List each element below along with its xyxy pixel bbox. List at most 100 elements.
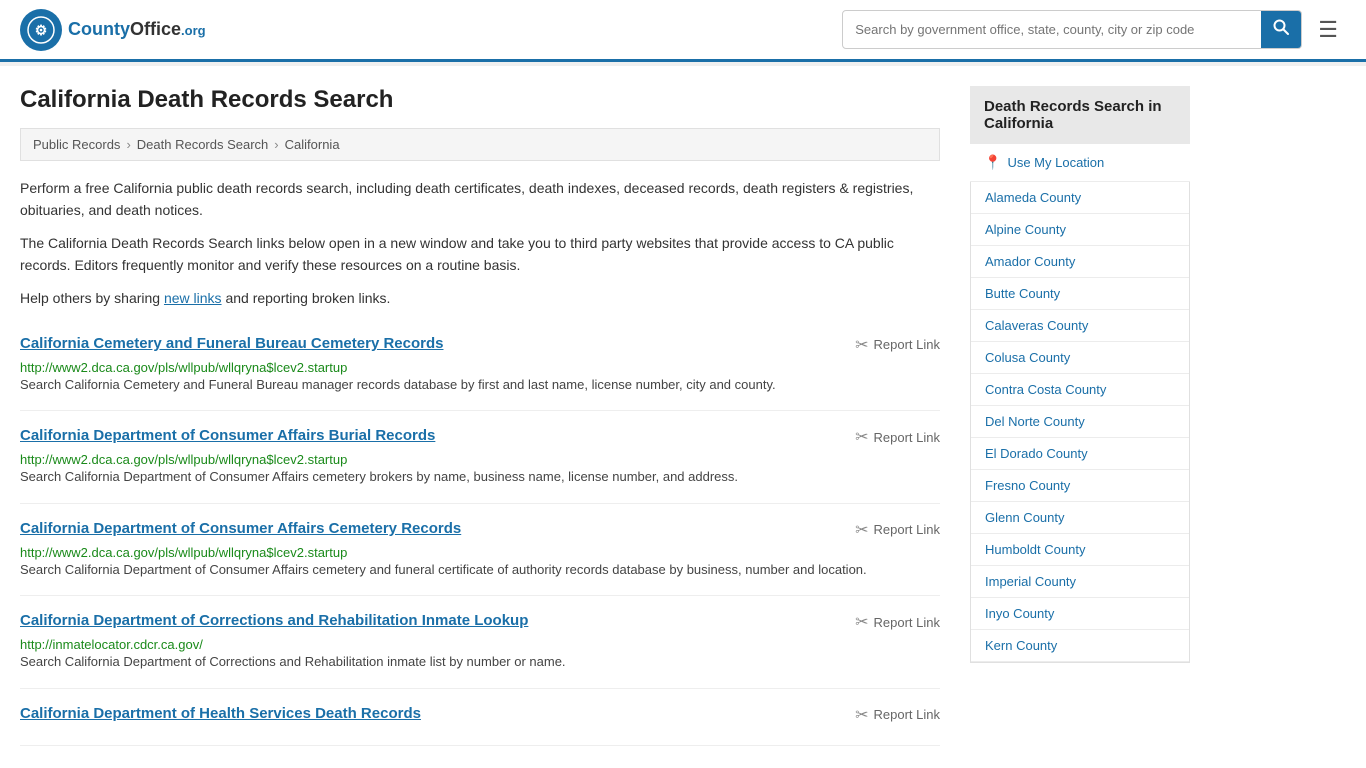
county-list: Alameda CountyAlpine CountyAmador County…: [970, 182, 1190, 663]
result-item: California Department of Consumer Affair…: [20, 504, 940, 597]
search-button[interactable]: [1261, 11, 1301, 48]
report-link-button[interactable]: ✂ Report Link: [855, 335, 940, 355]
county-link[interactable]: Kern County: [971, 630, 1189, 661]
county-list-item: Imperial County: [971, 566, 1189, 598]
county-link[interactable]: Contra Costa County: [971, 374, 1189, 405]
report-link-button[interactable]: ✂ Report Link: [855, 612, 940, 632]
location-pin-icon: 📍: [984, 154, 1001, 171]
search-bar: [842, 10, 1302, 49]
svg-text:⚙: ⚙: [35, 22, 48, 38]
county-list-item: Inyo County: [971, 598, 1189, 630]
result-url[interactable]: http://www2.dca.ca.gov/pls/wllpub/wllqry…: [20, 545, 347, 560]
report-label: Report Link: [874, 707, 940, 722]
county-link[interactable]: Fresno County: [971, 470, 1189, 501]
report-label: Report Link: [874, 337, 940, 352]
county-link[interactable]: Alameda County: [971, 182, 1189, 213]
county-list-item: Colusa County: [971, 342, 1189, 374]
result-header: California Department of Consumer Affair…: [20, 427, 940, 447]
county-list-item: Del Norte County: [971, 406, 1189, 438]
report-link-button[interactable]: ✂ Report Link: [855, 427, 940, 447]
report-label: Report Link: [874, 522, 940, 537]
county-list-item: El Dorado County: [971, 438, 1189, 470]
breadcrumb: Public Records › Death Records Search › …: [20, 128, 940, 161]
result-header: California Cemetery and Funeral Bureau C…: [20, 335, 940, 355]
result-url[interactable]: http://inmatelocator.cdcr.ca.gov/: [20, 637, 203, 652]
search-input[interactable]: [843, 14, 1261, 45]
result-title[interactable]: California Department of Corrections and…: [20, 612, 528, 629]
county-link[interactable]: Del Norte County: [971, 406, 1189, 437]
county-list-item: Glenn County: [971, 502, 1189, 534]
result-desc: Search California Cemetery and Funeral B…: [20, 375, 940, 395]
result-item: California Department of Corrections and…: [20, 596, 940, 689]
result-url[interactable]: http://www2.dca.ca.gov/pls/wllpub/wllqry…: [20, 360, 347, 375]
county-link[interactable]: Butte County: [971, 278, 1189, 309]
report-link-button[interactable]: ✂ Report Link: [855, 705, 940, 725]
logo-text: CountyOffice.org: [68, 19, 206, 40]
county-link[interactable]: Humboldt County: [971, 534, 1189, 565]
result-desc: Search California Department of Consumer…: [20, 467, 940, 487]
intro-paragraph-2: The California Death Records Search link…: [20, 232, 940, 277]
intro-3-prefix: Help others by sharing: [20, 290, 164, 306]
result-header: California Department of Consumer Affair…: [20, 520, 940, 540]
county-list-item: Alpine County: [971, 214, 1189, 246]
county-list-item: Amador County: [971, 246, 1189, 278]
result-title[interactable]: California Department of Health Services…: [20, 705, 421, 722]
county-link[interactable]: Amador County: [971, 246, 1189, 277]
breadcrumb-current: California: [285, 137, 340, 152]
report-icon: ✂: [855, 705, 868, 725]
county-list-item: Butte County: [971, 278, 1189, 310]
intro-3-suffix: and reporting broken links.: [222, 290, 391, 306]
county-link[interactable]: Alpine County: [971, 214, 1189, 245]
county-list-item: Fresno County: [971, 470, 1189, 502]
new-links-link[interactable]: new links: [164, 290, 222, 306]
county-link[interactable]: Imperial County: [971, 566, 1189, 597]
intro-paragraph-1: Perform a free California public death r…: [20, 177, 940, 222]
county-list-item: Calaveras County: [971, 310, 1189, 342]
result-item: California Department of Health Services…: [20, 689, 940, 746]
report-link-button[interactable]: ✂ Report Link: [855, 520, 940, 540]
header-right: ☰: [842, 10, 1346, 49]
breadcrumb-public-records[interactable]: Public Records: [33, 137, 120, 152]
logo-org: .org: [181, 23, 206, 38]
intro-paragraph-3: Help others by sharing new links and rep…: [20, 287, 940, 309]
county-link[interactable]: Glenn County: [971, 502, 1189, 533]
county-link[interactable]: Colusa County: [971, 342, 1189, 373]
county-link[interactable]: Calaveras County: [971, 310, 1189, 341]
breadcrumb-sep-2: ›: [274, 137, 278, 152]
page-title: California Death Records Search: [20, 86, 940, 114]
breadcrumb-death-records[interactable]: Death Records Search: [137, 137, 269, 152]
result-desc: Search California Department of Consumer…: [20, 560, 940, 580]
result-item: California Cemetery and Funeral Bureau C…: [20, 319, 940, 412]
report-icon: ✂: [855, 520, 868, 540]
sidebar: Death Records Search in California 📍 Use…: [970, 86, 1190, 746]
use-my-location-item[interactable]: 📍 Use My Location: [970, 144, 1190, 182]
result-title[interactable]: California Department of Consumer Affair…: [20, 427, 435, 444]
report-icon: ✂: [855, 335, 868, 355]
use-my-location-link[interactable]: Use My Location: [1007, 155, 1104, 170]
report-label: Report Link: [874, 430, 940, 445]
county-list-item: Kern County: [971, 630, 1189, 662]
county-link[interactable]: Inyo County: [971, 598, 1189, 629]
result-url[interactable]: http://www2.dca.ca.gov/pls/wllpub/wllqry…: [20, 452, 347, 467]
main-container: California Death Records Search Public R…: [0, 66, 1366, 766]
logo-office: Office: [130, 19, 181, 39]
result-item: California Department of Consumer Affair…: [20, 411, 940, 504]
logo-brand: County: [68, 19, 130, 39]
report-label: Report Link: [874, 615, 940, 630]
result-title[interactable]: California Cemetery and Funeral Bureau C…: [20, 335, 443, 352]
county-list-item: Alameda County: [971, 182, 1189, 214]
site-header: ⚙ CountyOffice.org ☰: [0, 0, 1366, 62]
county-link[interactable]: El Dorado County: [971, 438, 1189, 469]
sidebar-header: Death Records Search in California: [970, 86, 1190, 144]
logo-icon: ⚙: [20, 9, 62, 51]
county-list-item: Humboldt County: [971, 534, 1189, 566]
results-container: California Cemetery and Funeral Bureau C…: [20, 319, 940, 746]
result-title[interactable]: California Department of Consumer Affair…: [20, 520, 461, 537]
result-header: California Department of Health Services…: [20, 705, 940, 725]
county-list-item: Contra Costa County: [971, 374, 1189, 406]
breadcrumb-sep-1: ›: [126, 137, 130, 152]
result-desc: Search California Department of Correcti…: [20, 652, 940, 672]
report-icon: ✂: [855, 427, 868, 447]
menu-button[interactable]: ☰: [1310, 13, 1346, 47]
content-area: California Death Records Search Public R…: [20, 86, 940, 746]
